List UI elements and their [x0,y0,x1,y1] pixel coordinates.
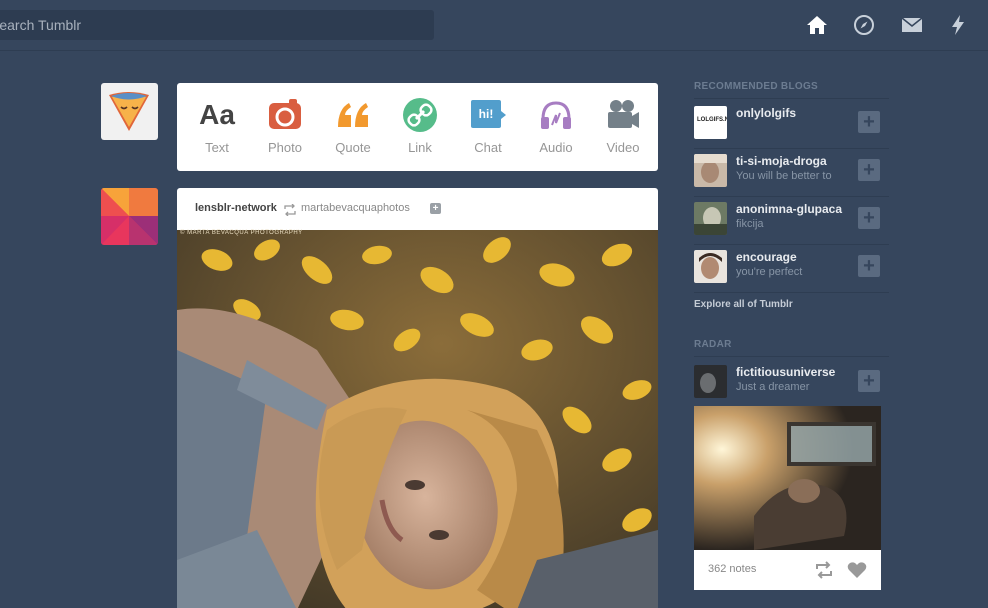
blog-avatar[interactable] [694,202,727,235]
divider [694,98,889,99]
chat-icon: hi! [470,97,506,133]
text-label: Text [205,140,229,155]
divider [694,292,889,293]
radar-blog-item[interactable]: fictitiousuniverse Just a dreamer + [694,359,889,407]
recommended-blog-item[interactable]: ti-si-moja-droga You will be better to + [694,148,889,196]
new-photo-post-button[interactable]: Photo [251,83,319,171]
new-video-post-button[interactable]: Video [589,83,657,171]
blog-description: You will be better to [736,170,832,182]
explore-all-link[interactable]: Explore all of Tumblr [694,299,793,310]
reblog-icon [283,203,297,217]
post-author-link[interactable]: lensblr-network [195,202,277,214]
follow-button[interactable]: + [858,111,880,133]
blog-description: you're perfect [736,266,803,278]
text-icon: Aa [199,97,235,133]
blog-name[interactable]: onlylolgifs [736,106,854,120]
follow-button[interactable]: + [858,370,880,392]
chat-label: Chat [474,140,502,155]
blog-name[interactable]: anonimna-glupaca [736,202,854,216]
post-header: lensblr-network martabevacquaphotos + [177,188,658,230]
headphones-icon [538,97,574,133]
radar-photo[interactable] [694,406,881,550]
heart-icon[interactable] [847,561,867,579]
blog-avatar[interactable] [694,365,727,398]
divider [694,356,889,357]
blog-avatar[interactable]: LOLGIFS.NET [694,106,727,139]
recommended-blog-item[interactable]: LOLGIFS.NET onlylolgifs + [694,100,889,148]
search-input[interactable] [0,10,410,40]
quote-icon [335,97,371,133]
radar-post-footer: 362 notes [694,550,881,590]
video-label: Video [606,140,640,155]
follow-button[interactable]: + [858,255,880,277]
new-link-post-button[interactable]: Link [386,83,454,171]
photo-watermark: © MARTA BEVACQUA PHOTOGRAPHY [180,230,303,236]
dashboard-post: lensblr-network martabevacquaphotos + © … [177,188,658,608]
home-icon[interactable] [805,13,829,37]
new-audio-post-button[interactable]: Audio [522,83,590,171]
radar-title: RADAR [694,339,732,350]
recommended-blog-item[interactable]: encourage you're perfect + [694,244,889,292]
link-icon [402,97,438,133]
video-camera-icon [605,97,641,133]
post-photo[interactable] [177,230,658,608]
quote-label: Quote [335,140,371,155]
new-text-post-button[interactable]: Aa Text [183,83,251,171]
post-composer: Aa Text Photo Quote Link hi! Chat Audio … [177,83,658,171]
follow-button[interactable]: + [858,159,880,181]
mail-icon[interactable] [900,13,924,37]
recommended-blogs-title: RECOMMENDED BLOGS [694,81,818,92]
blog-avatar[interactable] [694,250,727,283]
camera-icon [267,97,303,133]
link-label: Link [408,140,432,155]
blog-description: Just a dreamer [736,381,810,393]
blog-description: fikcija [736,218,764,230]
new-quote-post-button[interactable]: Quote [319,83,387,171]
photo-label: Photo [268,140,302,155]
lensblr-network-avatar[interactable] [101,188,158,245]
follow-button[interactable]: + [858,207,880,229]
follow-plus-icon[interactable]: + [430,203,441,214]
text-glyph: Aa [199,99,235,130]
new-chat-post-button[interactable]: hi! Chat [454,83,522,171]
blog-name[interactable]: ti-si-moja-droga [736,154,854,168]
recommended-blog-item[interactable]: anonimna-glupaca fikcija + [694,196,889,244]
chat-glyph: hi! [478,107,494,121]
lightning-icon[interactable] [946,13,970,37]
post-source-link[interactable]: martabevacquaphotos [301,202,410,214]
compass-icon[interactable] [852,13,876,37]
blog-name[interactable]: fictitiousuniverse [736,365,854,379]
top-navigation-bar [0,0,988,51]
user-avatar[interactable] [101,83,158,140]
blog-name[interactable]: encourage [736,250,854,264]
reblog-icon[interactable] [814,561,834,579]
notes-count[interactable]: 362 notes [708,563,756,575]
blog-avatar[interactable] [694,154,727,187]
audio-label: Audio [539,140,573,155]
avatar-logo-text: LOLGIFS.NET [697,117,727,123]
search-box[interactable] [0,10,434,40]
